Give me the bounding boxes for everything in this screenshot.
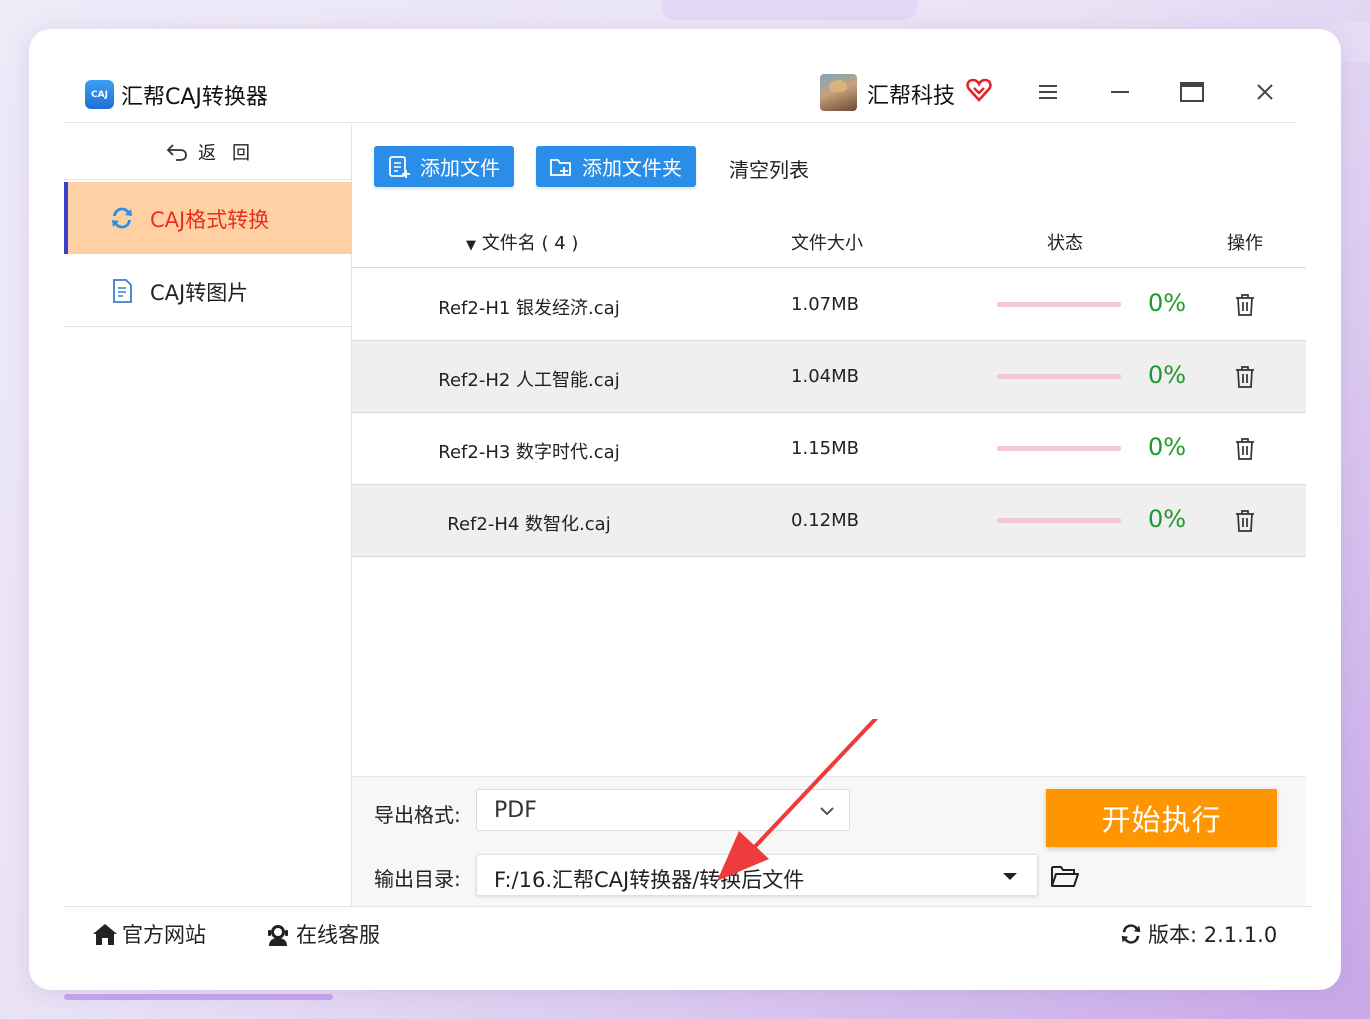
add-file-icon (389, 155, 410, 178)
title-bar: CAJ 汇帮CAJ转换器 汇帮科技 (64, 59, 1297, 123)
online-service-label: 在线客服 (296, 923, 380, 947)
progress-bar (997, 374, 1121, 379)
caret-down-icon (1003, 873, 1017, 880)
output-dir-select[interactable]: F:/16.汇帮CAJ转换器/转换后文件 (476, 854, 1038, 896)
background-scrollbar (64, 994, 333, 1000)
table-row[interactable]: Ref2-H2 人工智能.caj 1.04MB 0% (352, 341, 1306, 413)
file-name: Ref2-H2 人工智能.caj (438, 370, 620, 391)
table-header: ▼ 文件名 ( 4 ) 文件大小 状态 操作 (352, 212, 1306, 268)
settings-panel: 导出格式: PDF 输出目录: F:/16.汇帮CAJ转换器/转换后文件 开始执… (352, 776, 1306, 906)
add-file-button[interactable]: 添加文件 (374, 146, 514, 187)
trash-icon[interactable] (1234, 437, 1256, 461)
official-site-label: 官方网站 (122, 923, 206, 947)
table-row[interactable]: Ref2-H3 数字时代.caj 1.15MB 0% (352, 413, 1306, 485)
trash-icon[interactable] (1234, 509, 1256, 533)
close-icon (1257, 84, 1273, 100)
main-content: 添加文件 添加文件夹 清空列表 ▼ 文件名 ( 4 ) 文件大小 状态 操作 R… (352, 124, 1306, 906)
app-window: CAJ 汇帮CAJ转换器 汇帮科技 返回 CAJ格式转换 CAJ转图片 添加文件… (29, 29, 1341, 990)
back-button[interactable]: 返回 (64, 124, 352, 180)
home-icon (93, 924, 117, 945)
progress-percent: 0% (1148, 433, 1187, 461)
column-header-operation: 操作 (1227, 233, 1263, 254)
file-size: 1.15MB (791, 438, 859, 459)
app-logo-icon: CAJ (85, 80, 114, 109)
sort-down-icon: ▼ (466, 238, 476, 253)
export-format-select[interactable]: PDF (476, 789, 850, 831)
output-dir-label: 输出目录: (374, 867, 461, 891)
file-name: Ref2-H4 数智化.caj (447, 514, 611, 535)
app-logo-text: CAJ (91, 89, 108, 100)
column-header-name[interactable]: ▼ 文件名 ( 4 ) (466, 229, 578, 255)
minimize-button[interactable] (1102, 77, 1138, 107)
file-name: Ref2-H3 数字时代.caj (438, 442, 620, 463)
document-icon (113, 279, 132, 303)
sidebar-item-caj-to-image[interactable]: CAJ转图片 (64, 255, 352, 327)
sidebar-item-caj-format-convert[interactable]: CAJ格式转换 (64, 182, 352, 254)
column-header-status: 状态 (1047, 233, 1083, 254)
progress-percent: 0% (1148, 361, 1187, 389)
trash-icon[interactable] (1234, 365, 1256, 389)
progress-bar (997, 302, 1121, 307)
chevron-down-icon (820, 807, 834, 816)
back-label: 返回 (198, 142, 266, 164)
trash-icon[interactable] (1234, 293, 1256, 317)
online-service-link[interactable]: 在线客服 (266, 919, 380, 949)
file-size: 1.07MB (791, 294, 859, 315)
close-button[interactable] (1247, 77, 1283, 107)
open-folder-icon[interactable] (1050, 863, 1080, 889)
avatar[interactable] (820, 74, 857, 111)
file-name: Ref2-H1 银发经济.caj (438, 298, 620, 319)
official-site-link[interactable]: 官方网站 (92, 919, 206, 949)
footer: 官方网站 在线客服 版本: 2.1.1.0 (64, 906, 1313, 961)
add-folder-label: 添加文件夹 (582, 156, 682, 180)
table-row[interactable]: Ref2-H4 数智化.caj 0.12MB 0% (352, 485, 1306, 557)
minimize-icon (1111, 91, 1129, 93)
back-arrow-icon (166, 143, 187, 161)
refresh-icon (112, 207, 132, 229)
sidebar-item-label: CAJ转图片 (150, 281, 249, 305)
output-dir-value: F:/16.汇帮CAJ转换器/转换后文件 (494, 868, 805, 892)
background-shape (662, 0, 917, 20)
sidebar: 返回 CAJ格式转换 CAJ转图片 (64, 124, 352, 906)
file-size: 1.04MB (791, 366, 859, 387)
app-title: 汇帮CAJ转换器 (121, 85, 268, 110)
refresh-icon (1121, 924, 1141, 944)
maximize-button[interactable] (1174, 77, 1210, 107)
export-format-value: PDF (494, 798, 537, 823)
progress-percent: 0% (1148, 505, 1187, 533)
column-header-name-label: 文件名 ( 4 ) (481, 233, 579, 254)
sidebar-item-label: CAJ格式转换 (150, 208, 270, 232)
progress-bar (997, 518, 1121, 523)
menu-button[interactable] (1030, 77, 1066, 107)
clear-list-button[interactable]: 清空列表 (729, 154, 809, 183)
user-name[interactable]: 汇帮科技 (867, 78, 955, 110)
vip-heart-icon[interactable] (965, 76, 993, 104)
progress-bar (997, 446, 1121, 451)
version-check[interactable]: 版本: 2.1.1.0 (1118, 919, 1277, 949)
menu-icon (1039, 85, 1057, 99)
column-header-size: 文件大小 (791, 233, 863, 254)
export-format-label: 导出格式: (374, 803, 461, 827)
maximize-icon (1180, 82, 1204, 102)
version-label: 版本: 2.1.1.0 (1148, 923, 1278, 947)
add-file-label: 添加文件 (420, 156, 500, 180)
file-size: 0.12MB (791, 510, 859, 531)
progress-percent: 0% (1148, 289, 1187, 317)
start-button[interactable]: 开始执行 (1046, 789, 1277, 847)
add-folder-icon (550, 158, 571, 176)
add-folder-button[interactable]: 添加文件夹 (536, 146, 696, 187)
table-row[interactable]: Ref2-H1 银发经济.caj 1.07MB 0% (352, 269, 1306, 341)
customer-service-icon (268, 925, 288, 946)
